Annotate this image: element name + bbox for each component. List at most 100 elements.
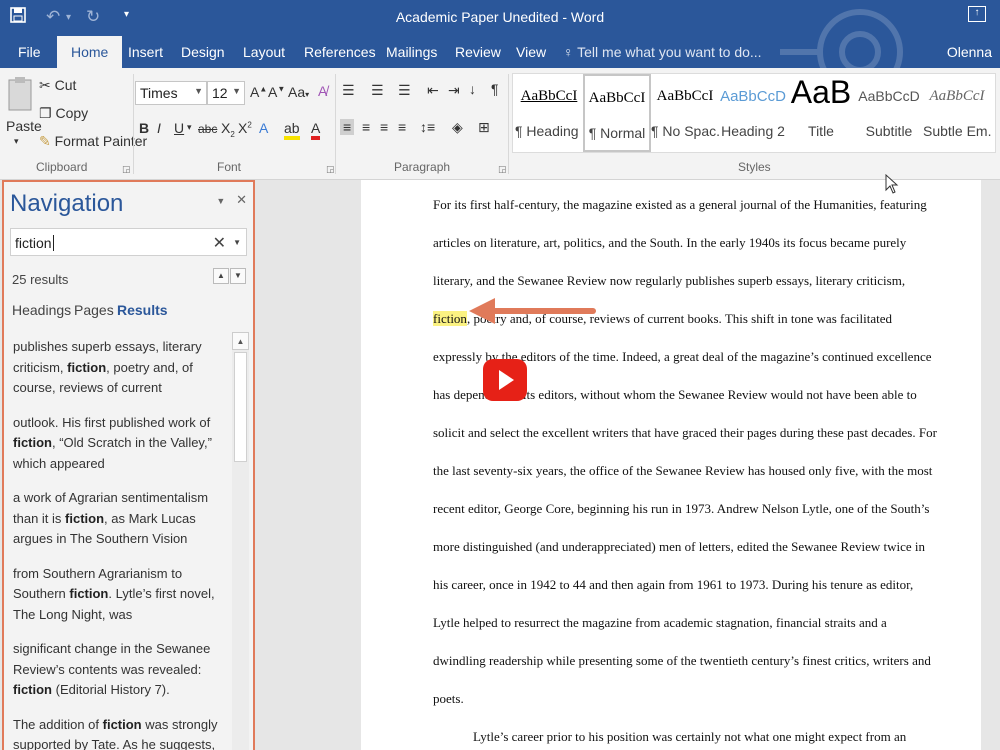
tab-file[interactable]: File <box>18 44 41 60</box>
font-launcher-icon[interactable]: ◲ <box>326 164 335 175</box>
paste-button[interactable]: Paste <box>6 118 42 134</box>
style-title[interactable]: AaB Title <box>787 74 855 152</box>
font-group-label: Font <box>217 160 242 174</box>
tab-pages[interactable]: Pages <box>74 302 114 318</box>
paste-icon[interactable] <box>7 76 33 112</box>
next-result-icon[interactable]: ▼ <box>230 268 246 284</box>
paste-dropdown-icon[interactable]: ▾ <box>14 136 19 147</box>
video-play-icon[interactable] <box>483 359 527 401</box>
user-name[interactable]: Olenna <box>947 44 992 60</box>
mouse-pointer-icon <box>885 174 899 194</box>
tab-design[interactable]: Design <box>181 44 225 60</box>
underline-icon[interactable]: U <box>174 120 184 136</box>
font-family-combo[interactable]: Times ▼ <box>135 81 207 105</box>
search-result[interactable]: The addition of fiction was strongly sup… <box>6 708 232 750</box>
justify-icon[interactable]: ≡ <box>398 119 406 135</box>
document-page[interactable]: For its first half-century, the magazine… <box>361 180 981 750</box>
font-color-icon[interactable]: A <box>311 120 321 140</box>
result-match: fiction <box>13 435 52 450</box>
tab-mailings[interactable]: Mailings <box>386 44 437 60</box>
change-case-label: Aa <box>288 84 306 100</box>
font-size-combo[interactable]: 12 ▼ <box>207 81 245 105</box>
close-icon[interactable]: ✕ <box>236 192 247 207</box>
tab-home[interactable]: Home <box>57 36 123 68</box>
scrollbar-thumb[interactable] <box>234 352 247 462</box>
superscript-icon[interactable]: X2 <box>238 120 252 136</box>
show-formatting-icon[interactable]: ¶ <box>491 81 499 97</box>
align-left-icon[interactable]: ≡ <box>340 119 355 135</box>
style-subtle-emphasis[interactable]: AaBbCcI Subtle Em... <box>923 74 991 152</box>
tell-me-box[interactable]: ♀ Tell me what you want to do... <box>563 44 762 60</box>
tab-headings[interactable]: Headings <box>12 302 71 318</box>
grow-font-icon[interactable]: A▲ <box>250 84 267 100</box>
text-line: more distinguished (and underappreciated… <box>433 539 926 554</box>
search-highlight: fiction <box>433 311 467 326</box>
scroll-up-icon[interactable]: ▲ <box>232 332 249 350</box>
numbering-icon[interactable]: ☰ <box>371 82 384 99</box>
chevron-down-icon: ▼ <box>194 86 203 96</box>
lightbulb-icon: ♀ <box>563 44 574 60</box>
text-line: articles on literature, art, politics, a… <box>433 235 907 250</box>
underline-dropdown-icon[interactable]: ▾ <box>187 122 192 133</box>
style-subtitle[interactable]: AaBbCcD Subtitle <box>855 74 923 152</box>
increase-indent-icon[interactable]: ⇥ <box>448 82 460 99</box>
result-match: fiction <box>67 359 107 375</box>
multilevel-list-icon[interactable]: ☰ <box>398 82 411 99</box>
bullets-icon[interactable]: ☰ <box>342 82 355 99</box>
navigation-search-input[interactable]: fiction ✕ ▼ <box>10 228 247 256</box>
format-painter-button[interactable]: ✎ Format Painter <box>39 133 147 150</box>
previous-result-icon[interactable]: ▲ <box>213 268 229 284</box>
style-normal[interactable]: AaBbCcI ¶ Normal <box>583 74 651 152</box>
italic-icon[interactable]: I <box>157 120 161 136</box>
line-spacing-icon[interactable]: ↕≡ <box>420 119 435 135</box>
decrease-indent-icon[interactable]: ⇤ <box>427 82 439 99</box>
clipboard-launcher-icon[interactable]: ◲ <box>122 164 131 175</box>
search-result[interactable]: from Southern Agrarianism to Southern fi… <box>6 557 232 633</box>
bold-icon[interactable]: B <box>139 120 149 136</box>
paragraph-launcher-icon[interactable]: ◲ <box>498 164 507 175</box>
result-text: outlook. His first published work of <box>13 414 211 430</box>
results-scrollbar[interactable]: ▲ <box>232 332 249 750</box>
tab-references[interactable]: References <box>304 44 376 60</box>
borders-icon[interactable]: ⊞ <box>478 119 490 136</box>
highlight-color-icon[interactable]: ab <box>284 120 300 140</box>
shading-icon[interactable]: ◈ <box>452 119 463 136</box>
text-line: Lytle’s career prior to his position was… <box>473 729 907 744</box>
align-center-icon[interactable]: ≡ <box>362 119 370 135</box>
cut-button[interactable]: ✂ Cut <box>39 77 76 94</box>
tab-insert[interactable]: Insert <box>128 44 163 60</box>
copy-button[interactable]: ❐ Copy <box>39 105 88 122</box>
search-result[interactable]: a work of Agrarian sentimentalism than i… <box>6 481 232 557</box>
style-sample: AaB <box>790 74 852 110</box>
search-result[interactable]: outlook. His first published work of fic… <box>6 406 232 482</box>
navigation-controls: ▼ ✕ <box>216 192 247 208</box>
strikethrough-icon[interactable]: abc <box>198 122 217 136</box>
style-heading-2[interactable]: AaBbCcD Heading 2 <box>719 74 787 152</box>
style-heading-1[interactable]: AaBbCcI ¶ Heading 1 <box>515 74 583 152</box>
ribbon-display-icon[interactable]: ↑ <box>968 6 986 22</box>
change-case-button[interactable]: Aa▾ <box>288 84 309 100</box>
align-right-icon[interactable]: ≡ <box>380 119 388 135</box>
tab-review[interactable]: Review <box>455 44 501 60</box>
text-line: dwindling readership while presenting so… <box>433 653 931 668</box>
tab-layout[interactable]: Layout <box>243 44 285 60</box>
clear-formatting-icon[interactable]: A̸ <box>318 83 327 99</box>
brush-icon: ✎ <box>39 133 51 149</box>
document-body[interactable]: For its first half-century, the magazine… <box>433 186 937 750</box>
pane-options-icon[interactable]: ▼ <box>216 196 225 206</box>
text-effects-icon[interactable]: A <box>259 120 268 136</box>
search-result[interactable]: publishes superb essays, literary critic… <box>6 330 232 406</box>
sort-icon[interactable]: ↓ <box>469 81 476 97</box>
search-result[interactable]: significant change in the Sewanee Review… <box>6 632 232 708</box>
result-match: fiction <box>102 716 142 732</box>
style-no-spacing[interactable]: AaBbCcI ¶ No Spac... <box>651 74 719 152</box>
style-name: ¶ Normal <box>588 125 646 141</box>
search-options-icon[interactable]: ▼ <box>233 238 241 247</box>
style-sample: AaBbCcD <box>858 88 920 104</box>
clear-search-icon[interactable]: ✕ <box>213 233 226 253</box>
tab-results[interactable]: Results <box>117 302 168 318</box>
tab-view[interactable]: View <box>516 44 546 60</box>
styles-gallery: AaBbCcI ¶ Heading 1 AaBbCcI ¶ Normal AaB… <box>512 73 996 153</box>
shrink-font-icon[interactable]: A▼ <box>268 84 285 100</box>
subscript-icon[interactable]: X2 <box>221 120 235 139</box>
